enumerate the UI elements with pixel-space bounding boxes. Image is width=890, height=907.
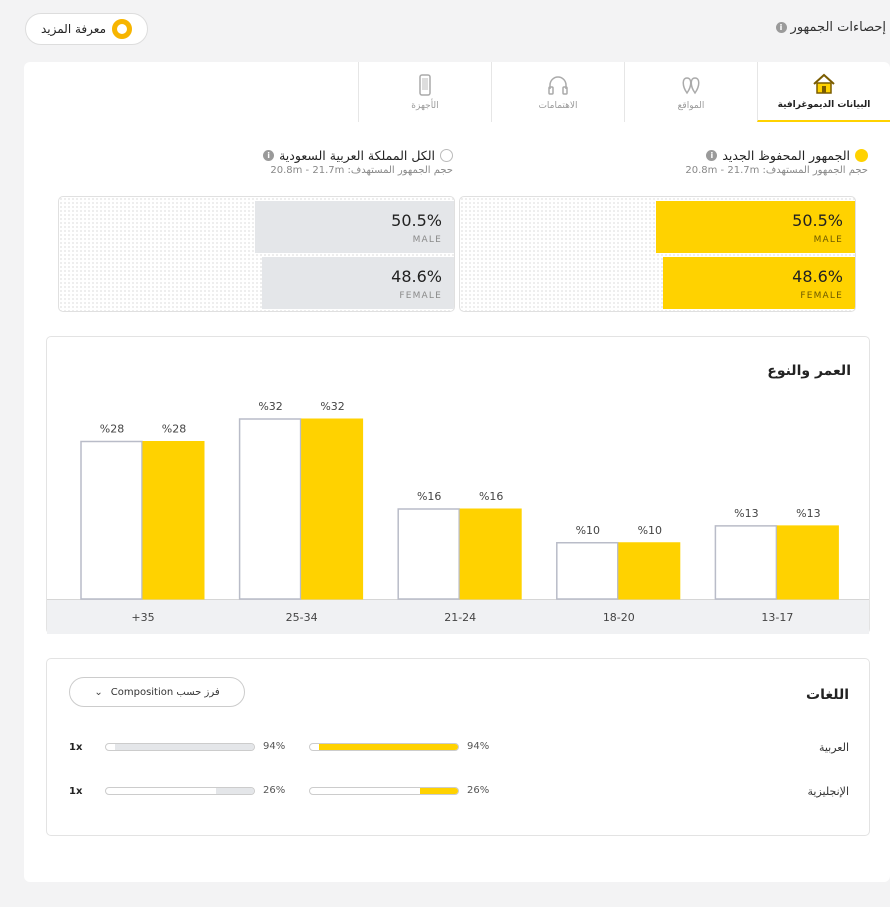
age-category-label: +35	[131, 611, 154, 624]
primary-bar-fill	[318, 744, 458, 750]
info-icon[interactable]: i	[775, 22, 787, 33]
tab-locations[interactable]: المواقع	[624, 62, 757, 122]
comparison-bar-fill	[215, 788, 254, 794]
page-title: إحصاءات الجمهور i	[775, 20, 886, 35]
audience-comparison[interactable]: الكل المملكة العربية السعودية i حجم الجم…	[263, 148, 453, 176]
language-index: 1x	[69, 742, 83, 753]
gender-card-comparison: 50.5% MALE 48.6% FEMALE	[58, 196, 455, 312]
gender-male-label: MALE	[813, 235, 843, 245]
age-bar-+35-primary	[142, 441, 205, 600]
primary-percent: 94%	[467, 741, 490, 752]
gender-male-bar: 50.5% MALE	[656, 201, 855, 253]
primary-bar-fill	[419, 788, 458, 794]
audience-comparison-name: الكل المملكة العربية السعودية	[279, 148, 435, 163]
tab-bar: البيانات الديموغرافية المواقع الاهتمامات…	[358, 62, 890, 122]
audience-primary-size: حجم الجمهور المستهدف: 20.8m - 21.7m	[685, 165, 868, 176]
age-gender-chart: %28 %28 +35 %32 %32 25-34 %16 %16 21-24 %10 %10 18-…	[80, 400, 839, 624]
tab-interests[interactable]: الاهتمامات	[491, 62, 624, 122]
age-bar-13-17-comparison	[714, 525, 778, 600]
language-index: 1x	[69, 786, 83, 797]
age-category-label: 21-24	[444, 611, 476, 624]
age-bar-18-20-primary	[618, 542, 681, 600]
language-row: الإنجليزية 1x 26% 26%	[47, 783, 869, 803]
tab-demographics-label: البيانات الديموغرافية	[777, 100, 871, 110]
age-bar-value-label: %28	[162, 423, 186, 436]
age-gender-title: العمر والنوع	[767, 363, 851, 379]
gender-male-bar: 50.5% MALE	[255, 201, 454, 253]
age-bar-+35-comparison	[80, 440, 143, 600]
comparison-bar	[105, 787, 255, 795]
house-icon	[813, 73, 835, 94]
age-bar-value-label: %16	[417, 490, 441, 503]
age-bar-value-label: %16	[479, 490, 503, 503]
sort-dropdown[interactable]: فرز حسب Composition ⌄	[69, 677, 245, 707]
tab-devices-label: الأجهزة	[411, 101, 439, 111]
primary-percent: 26%	[467, 785, 490, 796]
page-title-text: إحصاءات الجمهور	[790, 20, 886, 35]
age-bar-25-34-primary	[301, 418, 364, 600]
languages-card: اللغات فرز حسب Composition ⌄ العربية 1x 94…	[46, 658, 870, 836]
tab-demographics[interactable]: البيانات الديموغرافية	[757, 62, 890, 122]
gender-female-value: 48.6%	[792, 267, 843, 286]
age-bar-18-20-comparison	[556, 542, 619, 600]
age-bar-21-24-primary	[459, 508, 522, 600]
age-bar-value-label: %13	[796, 507, 820, 520]
age-category-label: 25-34	[286, 611, 318, 624]
comparison-bar	[105, 743, 255, 751]
comparison-percent: 94%	[263, 741, 286, 752]
radio-selected-icon[interactable]	[855, 149, 868, 162]
top-bar: معرفة المزيد إحصاءات الجمهور i	[0, 0, 890, 60]
phone-icon	[419, 74, 431, 96]
gender-male-value: 50.5%	[391, 211, 442, 230]
audience-primary-name: الجمهور المحفوظ الجديد	[722, 148, 850, 163]
audience-comparison-size: حجم الجمهور المستهدف: 20.8m - 21.7m	[270, 165, 453, 176]
audience-primary[interactable]: الجمهور المحفوظ الجديد i حجم الجمهور الم…	[685, 148, 868, 176]
age-category-label: 13-17	[761, 611, 793, 624]
radio-unselected-icon[interactable]	[440, 149, 453, 162]
learn-more-button[interactable]: معرفة المزيد	[25, 13, 148, 45]
age-bar-13-17-primary	[776, 525, 839, 600]
language-row: العربية 1x 94% 94%	[47, 739, 869, 759]
tab-interests-label: الاهتمامات	[538, 101, 578, 111]
age-bar-25-34-comparison	[238, 418, 302, 600]
comparison-percent: 26%	[263, 785, 286, 796]
location-pins-icon	[682, 77, 700, 95]
tab-locations-label: المواقع	[677, 101, 705, 111]
age-bar-value-label: %32	[320, 400, 344, 413]
info-icon[interactable]: i	[263, 150, 275, 161]
age-bar-value-label: %32	[258, 400, 282, 413]
lifebuoy-icon	[112, 19, 132, 39]
chevron-down-icon: ⌄	[94, 686, 103, 698]
language-name: الإنجليزية	[807, 785, 849, 798]
comparison-bar-fill	[114, 744, 254, 750]
primary-bar	[309, 787, 459, 795]
gender-male-value: 50.5%	[792, 211, 843, 230]
tab-devices[interactable]: الأجهزة	[358, 62, 491, 122]
age-bar-value-label: %13	[734, 507, 758, 520]
gender-female-label: FEMALE	[399, 291, 442, 301]
sort-label: فرز حسب Composition	[110, 686, 220, 698]
gender-female-bar: 48.6% FEMALE	[663, 257, 855, 309]
headphones-icon	[548, 76, 568, 95]
age-category-label: 18-20	[603, 611, 635, 624]
age-bar-value-label: %10	[576, 524, 600, 537]
gender-female-bar: 48.6% FEMALE	[262, 257, 454, 309]
gender-female-label: FEMALE	[800, 291, 843, 301]
info-icon[interactable]: i	[706, 150, 718, 161]
age-bar-value-label: %10	[638, 524, 662, 537]
languages-title: اللغات	[806, 687, 849, 703]
age-bar-value-label: %28	[100, 423, 124, 436]
gender-card-primary: 50.5% MALE 48.6% FEMALE	[459, 196, 856, 312]
primary-bar	[309, 743, 459, 751]
age-gender-card: %28 %28 +35 %32 %32 25-34 %16 %16 21-24 %10 %10 18-…	[46, 336, 870, 634]
gender-male-label: MALE	[412, 235, 442, 245]
age-bar-21-24-comparison	[397, 508, 460, 600]
learn-more-label: معرفة المزيد	[40, 22, 106, 36]
language-name: العربية	[818, 741, 849, 754]
gender-female-value: 48.6%	[391, 267, 442, 286]
